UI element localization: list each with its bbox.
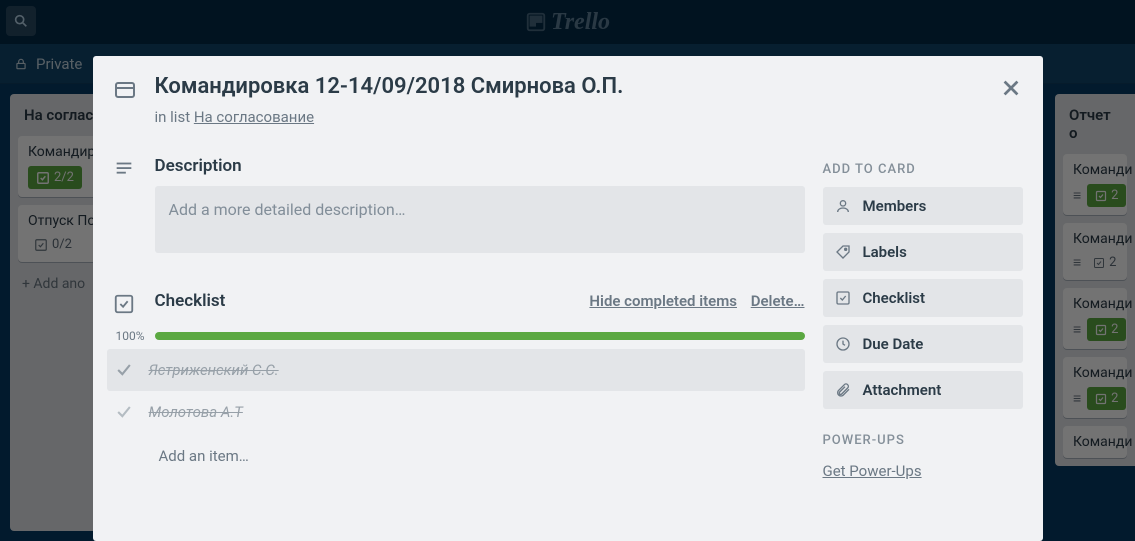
add-checklist-item[interactable]: Add an item… — [159, 447, 805, 465]
labels-icon — [835, 244, 851, 260]
clock-icon — [835, 336, 851, 352]
description-input[interactable]: Add a more detailed description… — [155, 186, 805, 253]
checkmark-icon — [114, 360, 134, 380]
members-label: Members — [863, 197, 927, 215]
card-modal: Командировка 12-14/09/2018 Смирнова О.П.… — [93, 56, 1043, 541]
labels-button[interactable]: Labels — [823, 233, 1023, 271]
checklist-heading[interactable]: Checklist — [155, 291, 226, 311]
powerups-heading: POWER-UPS — [823, 433, 1023, 448]
labels-label: Labels — [863, 243, 907, 261]
checklist-icon — [835, 290, 851, 306]
delete-checklist-link[interactable]: Delete… — [751, 292, 805, 310]
checklist-label: Checklist — [863, 289, 926, 307]
checklist-icon — [113, 291, 139, 321]
members-button[interactable]: Members — [823, 187, 1023, 225]
card-modal-overlay[interactable]: Командировка 12-14/09/2018 Смирнова О.П.… — [0, 0, 1135, 541]
checkmark-icon — [114, 402, 134, 422]
description-heading: Description — [155, 156, 805, 176]
card-list-info: in list На согласование — [155, 108, 1023, 126]
card-title[interactable]: Командировка 12-14/09/2018 Смирнова О.П. — [155, 74, 624, 102]
close-icon — [1000, 77, 1022, 99]
close-button[interactable] — [991, 68, 1031, 108]
checklist-button[interactable]: Checklist — [823, 279, 1023, 317]
checklist-item[interactable]: Ястриженский С.С. — [107, 349, 805, 391]
progress-percent: 100% — [113, 329, 145, 343]
checklist-item-text[interactable]: Ястриженский С.С. — [149, 361, 279, 379]
description-section: Description Add a more detailed descript… — [113, 156, 805, 281]
progress-fill — [155, 332, 805, 340]
checklist-section: Checklist Hide completed items Delete… — [113, 291, 805, 321]
due-date-button[interactable]: Due Date — [823, 325, 1023, 363]
checklist-item[interactable]: Молотова А.Т — [107, 391, 805, 433]
card-icon — [113, 74, 139, 102]
checkbox-checked[interactable] — [113, 359, 135, 381]
progress-bar — [155, 332, 805, 340]
attachment-button[interactable]: Attachment — [823, 371, 1023, 409]
checklist-item-text[interactable]: Молотова А.Т — [149, 403, 243, 421]
get-powerups-link[interactable]: Get Power-Ups — [823, 462, 922, 480]
card-header: Командировка 12-14/09/2018 Смирнова О.П. — [113, 74, 1023, 102]
list-link[interactable]: На согласование — [194, 108, 314, 126]
members-icon — [835, 198, 851, 214]
modal-sidebar: ADD TO CARD Members Labels — [823, 156, 1023, 480]
attachment-icon — [835, 382, 851, 398]
attachment-label: Attachment — [863, 381, 942, 399]
checkbox-checked[interactable] — [113, 401, 135, 423]
due-date-label: Due Date — [863, 335, 924, 353]
progress-row: 100% — [113, 329, 805, 343]
modal-main-col: Description Add a more detailed descript… — [113, 156, 805, 480]
add-to-card-heading: ADD TO CARD — [823, 162, 1023, 177]
description-icon — [113, 156, 139, 281]
hide-completed-link[interactable]: Hide completed items — [589, 292, 737, 310]
